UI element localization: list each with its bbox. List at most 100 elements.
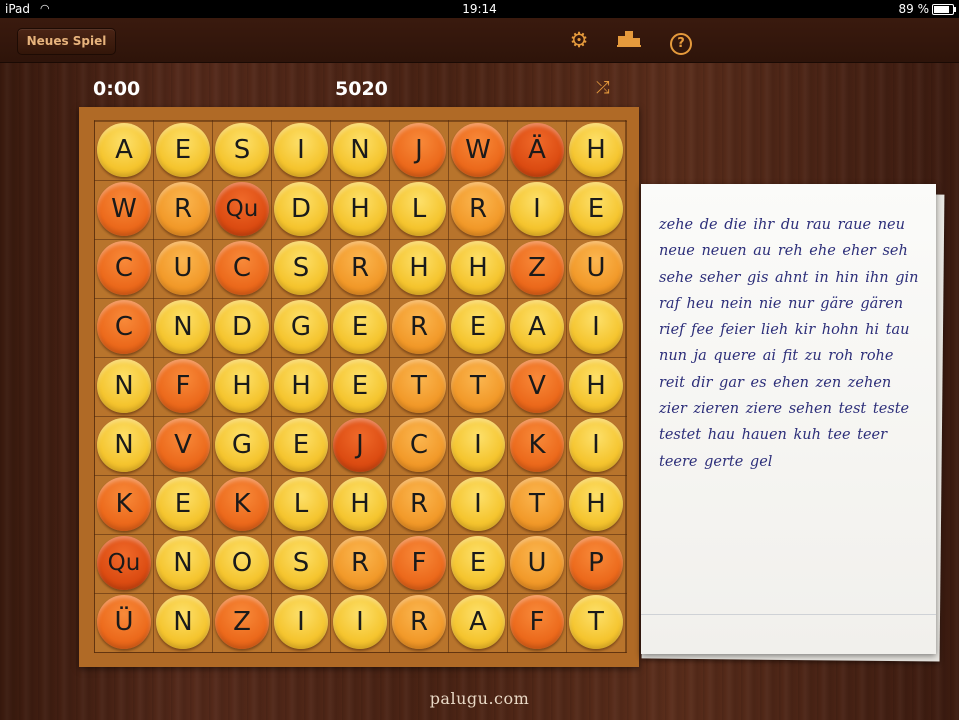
game-score: 5020 — [335, 78, 388, 100]
letter-tile[interactable]: T — [392, 359, 446, 413]
letter-tile[interactable]: Z — [215, 595, 269, 649]
letter-tile[interactable]: F — [156, 359, 210, 413]
letter-tile[interactable]: R — [392, 595, 446, 649]
letter-tile[interactable]: F — [510, 595, 564, 649]
word-list-notepad: zehe de die ihr du rau raue neu neue neu… — [641, 184, 936, 654]
letter-tile[interactable]: H — [569, 359, 623, 413]
letter-tile[interactable]: I — [451, 477, 505, 531]
status-bar: iPad ◠ 19:14 89 % — [0, 0, 959, 18]
letter-tile[interactable]: U — [569, 241, 623, 295]
site-footer: palugu.com — [429, 689, 530, 708]
letter-tile[interactable]: N — [97, 418, 151, 472]
letter-tile[interactable]: K — [510, 418, 564, 472]
clock: 19:14 — [462, 2, 497, 16]
letter-tile[interactable]: I — [510, 182, 564, 236]
letter-tile[interactable]: U — [156, 241, 210, 295]
letter-tile[interactable]: Qu — [215, 182, 269, 236]
letter-tile[interactable]: J — [392, 123, 446, 177]
letter-tile[interactable]: N — [156, 536, 210, 590]
letter-tile[interactable]: W — [97, 182, 151, 236]
toolbar: Neues Spiel ⚙ ? — [0, 18, 959, 63]
letter-tile[interactable]: V — [156, 418, 210, 472]
podium-icon-svg — [617, 31, 641, 47]
letter-tile[interactable]: H — [569, 477, 623, 531]
letter-tile[interactable]: I — [274, 595, 328, 649]
letter-tile[interactable]: H — [451, 241, 505, 295]
letter-tile[interactable]: Ä — [510, 123, 564, 177]
letter-tile[interactable]: R — [392, 477, 446, 531]
letter-tile[interactable]: D — [274, 182, 328, 236]
letter-tile[interactable]: T — [569, 595, 623, 649]
letter-tile[interactable]: L — [392, 182, 446, 236]
letter-tile[interactable]: A — [510, 300, 564, 354]
letter-tile[interactable]: C — [97, 241, 151, 295]
letter-tile[interactable]: O — [215, 536, 269, 590]
letter-tile[interactable]: G — [274, 300, 328, 354]
letter-tile[interactable]: E — [156, 123, 210, 177]
letter-tile[interactable]: E — [451, 536, 505, 590]
letter-tile[interactable]: E — [156, 477, 210, 531]
letter-tile[interactable]: R — [156, 182, 210, 236]
shuffle-icon[interactable]: ⤮ — [596, 78, 610, 98]
letter-tile[interactable]: S — [215, 123, 269, 177]
letter-tile[interactable]: K — [97, 477, 151, 531]
letter-tile[interactable]: V — [510, 359, 564, 413]
found-words-list: zehe de die ihr du rau raue neu neue neu… — [659, 217, 919, 470]
letter-tile[interactable]: R — [451, 182, 505, 236]
letter-tile[interactable]: W — [451, 123, 505, 177]
letter-tile[interactable]: E — [569, 182, 623, 236]
letter-tile[interactable]: I — [451, 418, 505, 472]
letter-tile[interactable]: I — [569, 418, 623, 472]
letter-tile[interactable]: T — [451, 359, 505, 413]
letter-tile[interactable]: A — [97, 123, 151, 177]
letter-tile[interactable]: E — [333, 300, 387, 354]
letter-tile[interactable]: K — [215, 477, 269, 531]
letter-tile[interactable]: F — [392, 536, 446, 590]
gear-icon[interactable]: ⚙ — [566, 27, 592, 53]
letter-tile[interactable]: E — [333, 359, 387, 413]
letter-tile[interactable]: H — [569, 123, 623, 177]
letter-tile[interactable]: H — [274, 359, 328, 413]
letter-tile[interactable]: J — [333, 418, 387, 472]
battery-icon — [932, 4, 956, 15]
help-icon[interactable]: ? — [668, 27, 694, 55]
letter-tile[interactable]: I — [274, 123, 328, 177]
letter-tile[interactable]: T — [510, 477, 564, 531]
game-timer: 0:00 — [93, 78, 141, 100]
letter-tile[interactable]: R — [333, 536, 387, 590]
letter-tile[interactable]: Z — [510, 241, 564, 295]
letter-tile[interactable]: A — [451, 595, 505, 649]
letter-tile[interactable]: I — [569, 300, 623, 354]
letter-tile[interactable]: H — [333, 182, 387, 236]
letter-tile[interactable]: U — [510, 536, 564, 590]
letter-tile[interactable]: I — [333, 595, 387, 649]
battery-percent: 89 % — [898, 2, 930, 16]
letter-tile[interactable]: G — [215, 418, 269, 472]
letter-tile[interactable]: R — [333, 241, 387, 295]
letter-tile[interactable]: H — [215, 359, 269, 413]
letter-board: A E S I N J W Ä H W R Qu D H L R I E C U C S R H H Z U C N D G E R E A I N F H… — [79, 107, 639, 667]
letter-tile[interactable]: C — [215, 241, 269, 295]
notepad-rule-line — [641, 614, 936, 615]
letter-tile[interactable]: N — [333, 123, 387, 177]
letter-tile[interactable]: S — [274, 241, 328, 295]
letter-tile[interactable]: L — [274, 477, 328, 531]
letter-tile[interactable]: H — [392, 241, 446, 295]
letter-tile[interactable]: R — [392, 300, 446, 354]
letter-tile[interactable]: Ü — [97, 595, 151, 649]
letter-tile[interactable]: N — [156, 595, 210, 649]
letter-tile[interactable]: N — [156, 300, 210, 354]
board-grid: A E S I N J W Ä H W R Qu D H L R I E C U C S R H H Z U C N D G E R E A I N F H… — [94, 120, 627, 653]
letter-tile[interactable]: C — [392, 418, 446, 472]
letter-tile[interactable]: S — [274, 536, 328, 590]
letter-tile[interactable]: C — [97, 300, 151, 354]
letter-tile[interactable]: E — [451, 300, 505, 354]
new-game-button[interactable]: Neues Spiel — [17, 28, 116, 55]
letter-tile[interactable]: P — [569, 536, 623, 590]
letter-tile[interactable]: E — [274, 418, 328, 472]
letter-tile[interactable]: H — [333, 477, 387, 531]
letter-tile[interactable]: N — [97, 359, 151, 413]
letter-tile[interactable]: Qu — [97, 536, 151, 590]
podium-icon[interactable] — [616, 27, 642, 53]
letter-tile[interactable]: D — [215, 300, 269, 354]
